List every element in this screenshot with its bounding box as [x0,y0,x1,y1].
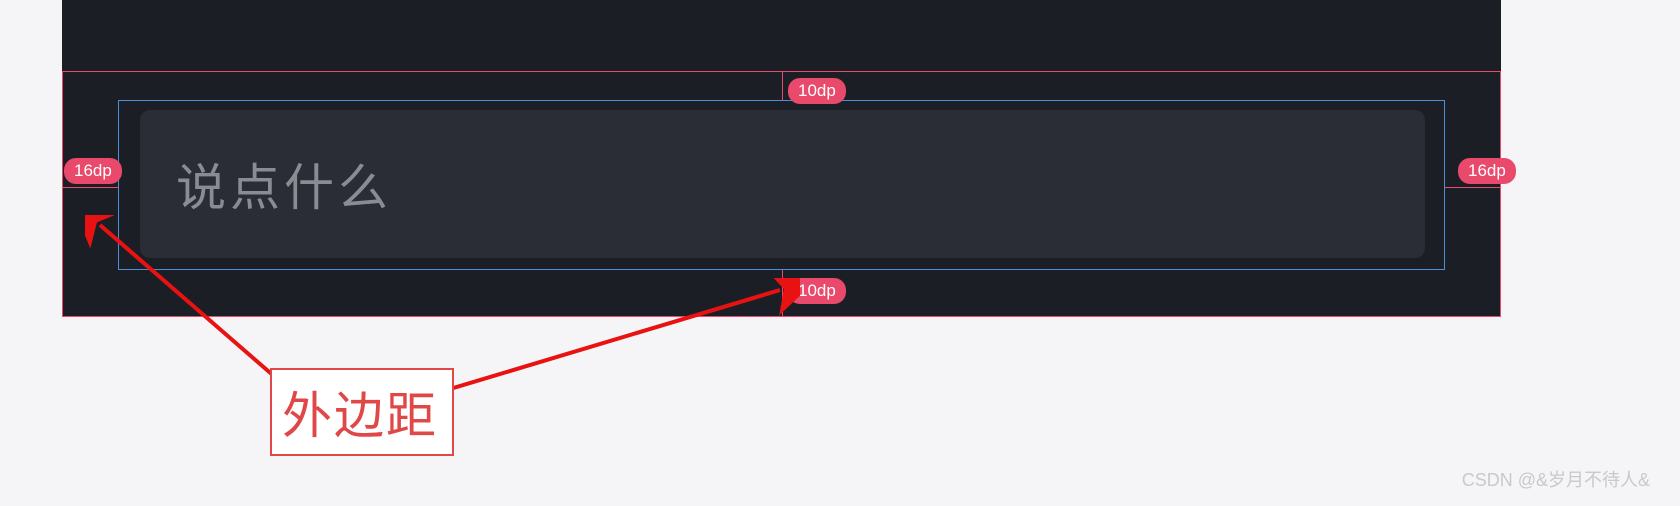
margin-tick-top [782,71,783,100]
margin-badge-left: 16dp [64,158,122,184]
placeholder-text: 说点什么 [176,148,392,220]
annotation-arrow-right [400,278,800,408]
margin-tick-left [62,187,118,188]
margin-tick-right [1445,187,1501,188]
margin-badge-right: 16dp [1458,158,1516,184]
annotation-label: 外边距 [270,368,454,456]
watermark-text: CSDN @&岁月不待人& [1462,466,1650,492]
margin-badge-top: 10dp [788,78,846,104]
comment-input[interactable]: 说点什么 [140,110,1425,258]
